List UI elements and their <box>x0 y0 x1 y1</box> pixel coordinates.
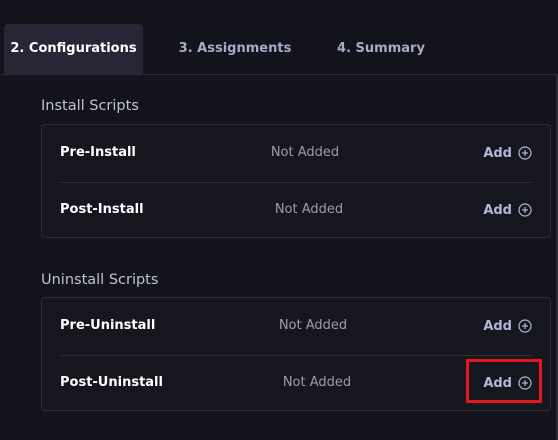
pre-uninstall-row: Pre-Uninstall Not Added Add <box>42 298 550 354</box>
post-install-row: Post-Install Not Added Add <box>42 182 550 238</box>
install-scripts-card: Pre-Install Not Added Add Post-Install N… <box>41 124 551 238</box>
uninstall-scripts-title: Uninstall Scripts <box>41 272 159 288</box>
pre-uninstall-status: Not Added <box>278 318 348 333</box>
plus-circle-icon <box>518 319 532 333</box>
configurations-page: 2. Configurations 3. Assignments 4. Summ… <box>0 0 558 440</box>
post-install-label: Post-Install <box>60 202 144 217</box>
pre-install-label: Pre-Install <box>60 145 136 160</box>
pre-install-row: Pre-Install Not Added Add <box>42 125 550 181</box>
post-uninstall-status: Not Added <box>282 375 352 390</box>
pre-uninstall-label: Pre-Uninstall <box>60 318 156 333</box>
pre-install-status: Not Added <box>270 145 340 160</box>
tab-summary[interactable]: 4. Summary <box>322 24 440 74</box>
tab-configurations[interactable]: 2. Configurations <box>4 24 143 74</box>
post-uninstall-label: Post-Uninstall <box>60 375 163 390</box>
pre-uninstall-add-button[interactable]: Add <box>483 298 532 354</box>
install-scripts-title: Install Scripts <box>41 98 139 114</box>
pre-install-add-button[interactable]: Add <box>483 125 532 181</box>
plus-circle-icon <box>518 203 532 217</box>
highlight-annotation-box <box>466 359 542 403</box>
add-label: Add <box>483 318 512 334</box>
plus-circle-icon <box>518 146 532 160</box>
wizard-tab-bar: 2. Configurations 3. Assignments 4. Summ… <box>0 0 558 75</box>
post-install-add-button[interactable]: Add <box>483 182 532 238</box>
add-label: Add <box>483 145 512 161</box>
tab-assignments[interactable]: 3. Assignments <box>170 24 300 74</box>
post-install-status: Not Added <box>274 202 344 217</box>
add-label: Add <box>483 202 512 218</box>
